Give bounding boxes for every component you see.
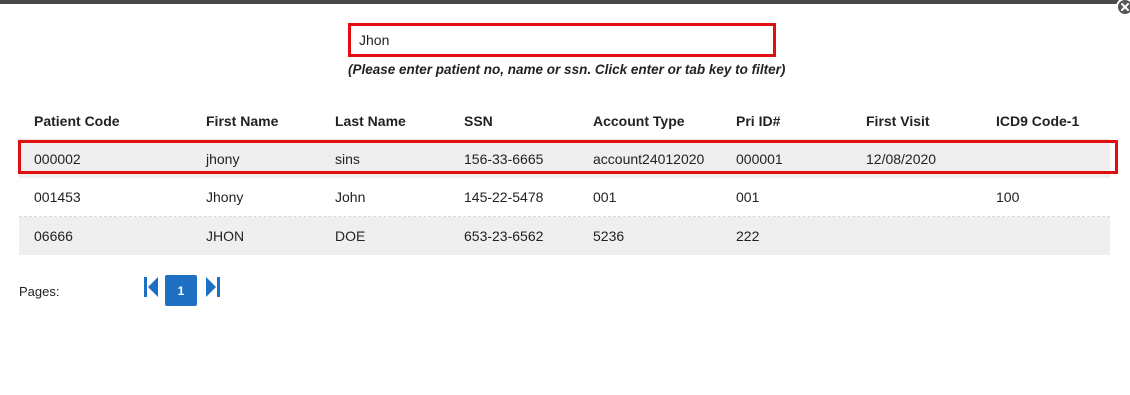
cell-pri-id: 222 xyxy=(736,228,760,244)
page-button-current[interactable]: 1 xyxy=(165,275,197,306)
cell-account-type: account24012020 xyxy=(593,151,705,167)
column-header-icd9-code-1[interactable]: ICD9 Code-1 xyxy=(996,102,1079,139)
table-row[interactable]: 06666 JHON DOE 653-23-6562 5236 222 xyxy=(19,217,1110,255)
cell-first-name: JHON xyxy=(206,228,245,244)
last-page-button[interactable] xyxy=(204,276,222,298)
modal-top-bar xyxy=(0,0,1130,4)
cell-patient-code: 06666 xyxy=(34,228,73,244)
close-button[interactable] xyxy=(1116,0,1130,16)
skip-last-icon xyxy=(206,277,220,297)
patient-search-input[interactable] xyxy=(351,26,773,54)
cell-pri-id: 001 xyxy=(736,189,760,205)
patient-results-table: Patient Code First Name Last Name SSN Ac… xyxy=(19,102,1110,255)
close-icon xyxy=(1121,3,1129,11)
column-header-patient-code[interactable]: Patient Code xyxy=(34,102,120,139)
table-row[interactable]: 001453 Jhony John 145-22-5478 001 001 10… xyxy=(19,178,1110,217)
cell-first-name: Jhony xyxy=(206,189,244,205)
skip-first-icon xyxy=(144,277,158,297)
cell-ssn: 156-33-6665 xyxy=(464,151,544,167)
cell-ssn: 145-22-5478 xyxy=(464,189,544,205)
table-header-row: Patient Code First Name Last Name SSN Ac… xyxy=(19,102,1110,140)
pages-label: Pages: xyxy=(19,284,60,299)
cell-account-type: 001 xyxy=(593,189,617,205)
column-header-last-name[interactable]: Last Name xyxy=(335,102,406,139)
cell-last-name: DOE xyxy=(335,228,366,244)
cell-pri-id: 000001 xyxy=(736,151,783,167)
cell-first-visit: 12/08/2020 xyxy=(866,151,937,167)
column-header-account-type[interactable]: Account Type xyxy=(593,102,685,139)
cell-first-name: jhony xyxy=(206,151,240,167)
column-header-first-visit[interactable]: First Visit xyxy=(866,102,930,139)
column-header-first-name[interactable]: First Name xyxy=(206,102,278,139)
table-row[interactable]: 000002 jhony sins 156-33-6665 account240… xyxy=(19,140,1110,178)
cell-patient-code: 001453 xyxy=(34,189,81,205)
first-page-button[interactable] xyxy=(142,276,160,298)
search-hint: (Please enter patient no, name or ssn. C… xyxy=(348,62,786,77)
cell-account-type: 5236 xyxy=(593,228,625,244)
cell-icd9-code-1: 100 xyxy=(996,189,1020,205)
cell-last-name: John xyxy=(335,189,366,205)
cell-last-name: sins xyxy=(335,151,360,167)
column-header-ssn[interactable]: SSN xyxy=(464,102,493,139)
cell-ssn: 653-23-6562 xyxy=(464,228,544,244)
cell-patient-code: 000002 xyxy=(34,151,81,167)
column-header-pri-id[interactable]: Pri ID# xyxy=(736,102,780,139)
search-field-wrapper xyxy=(348,23,776,57)
